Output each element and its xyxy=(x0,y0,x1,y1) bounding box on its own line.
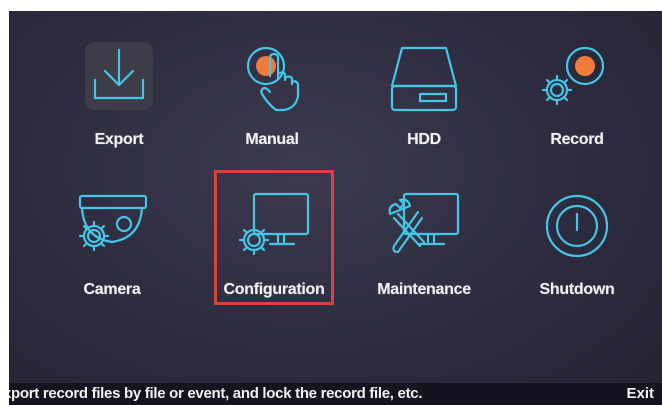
manual-icon xyxy=(222,33,322,123)
dvr-main-menu: Export Manual HDD Record Camera Configur… xyxy=(9,11,662,405)
menu-item-shutdown[interactable]: Shutdown xyxy=(512,183,642,323)
shutdown-icon xyxy=(527,183,627,273)
menu-label-camera: Camera xyxy=(83,281,141,298)
selection-highlight xyxy=(214,170,334,305)
menu-label-manual: Manual xyxy=(245,131,299,148)
menu-label-shutdown: Shutdown xyxy=(539,281,615,298)
exit-button[interactable]: Exit xyxy=(626,385,654,402)
maintenance-icon xyxy=(374,183,474,273)
export-icon xyxy=(69,33,169,123)
camera-icon xyxy=(62,183,162,273)
menu-label-hdd: HDD xyxy=(407,131,441,148)
menu-item-manual[interactable]: Manual xyxy=(207,33,337,173)
menu-item-export[interactable]: Export xyxy=(54,33,184,173)
menu-label-export: Export xyxy=(94,131,144,148)
menu-item-maintenance[interactable]: Maintenance xyxy=(359,183,489,323)
menu-item-record[interactable]: Record xyxy=(512,33,642,173)
record-icon xyxy=(527,33,627,123)
menu-label-maintenance: Maintenance xyxy=(377,281,471,298)
menu-label-record: Record xyxy=(550,131,604,148)
status-description: xport record files by file or event, and… xyxy=(9,385,423,402)
menu-item-hdd[interactable]: HDD xyxy=(359,33,489,173)
status-bar: xport record files by file or event, and… xyxy=(9,383,662,405)
menu-item-camera[interactable]: Camera xyxy=(47,183,177,323)
hdd-icon xyxy=(374,33,474,123)
